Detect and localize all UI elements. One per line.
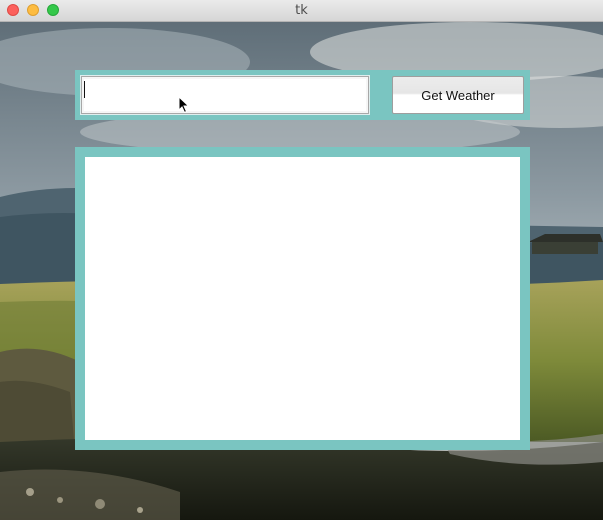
text-caret [84,81,85,98]
window-title: tk [295,3,308,18]
get-weather-button[interactable]: Get Weather [392,76,524,114]
search-frame: Get Weather [75,70,530,120]
city-input[interactable] [81,76,369,114]
title-bar[interactable]: tk [0,0,603,22]
app-window: tk Get Weather [0,0,603,520]
weather-results-label [85,157,520,440]
results-frame [75,147,530,450]
mouse-pointer-icon [178,96,190,114]
